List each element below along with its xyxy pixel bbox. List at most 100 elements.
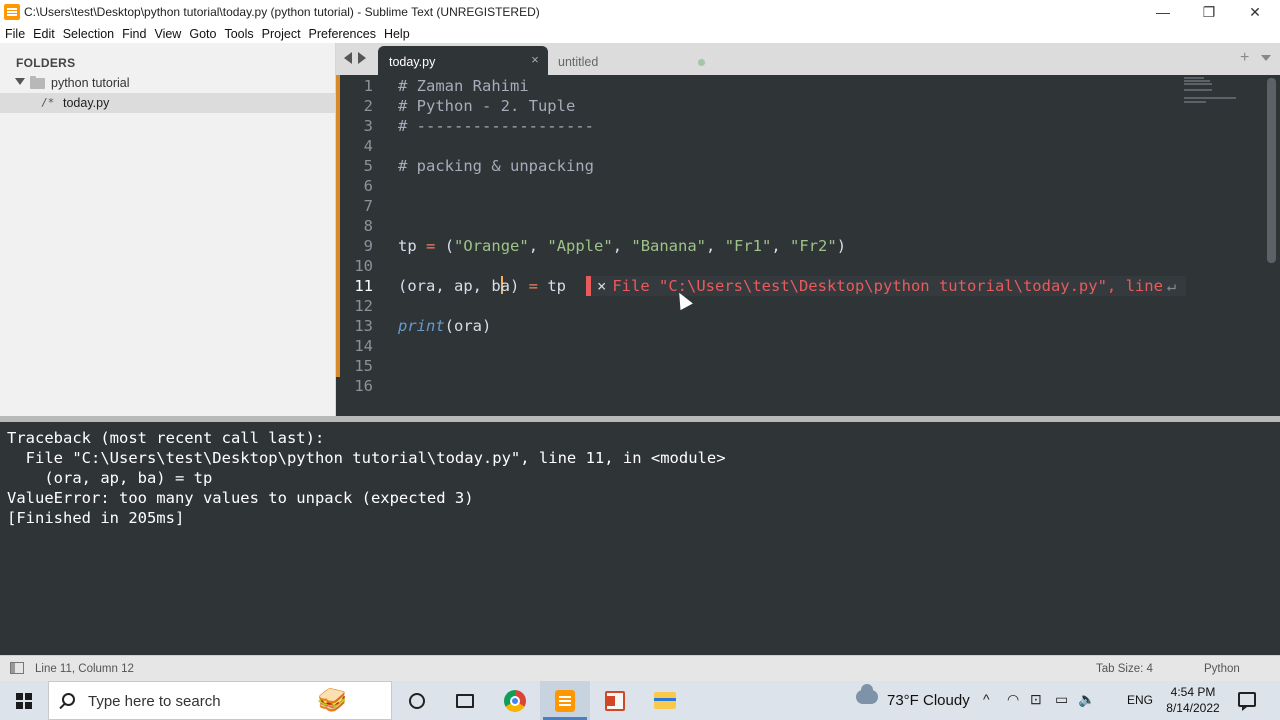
folder-icon [30,76,45,89]
code-line-current: 11 (ora, ap, ba) = tp × File "C:\Users\te… [336,276,1186,296]
meet-now-icon[interactable]: ⊡ [1030,691,1042,708]
line-number: 1 [363,77,373,95]
file-explorer-taskbar-button[interactable] [640,681,690,720]
menu-file[interactable]: File [5,27,25,41]
token-text: tp [538,277,566,295]
token-text: a) [500,277,529,295]
menu-goto[interactable]: Goto [189,27,216,41]
token-text: (ora, ap, b [398,277,501,295]
token-punct: , [528,237,548,255]
line-number: 8 [363,217,373,235]
maximize-button[interactable]: ❐ [1186,0,1232,24]
disclosure-triangle-icon[interactable] [15,78,25,85]
folders-header: FOLDERS [16,56,76,70]
menu-tools[interactable]: Tools [224,27,253,41]
unsaved-dot-icon [698,59,705,66]
minimap-line [1184,97,1236,99]
clock-time: 4:54 PM [1170,685,1216,699]
menu-find[interactable]: Find [122,27,146,41]
taskbar-search-box[interactable]: Type here to search 🥪 [48,681,392,720]
start-button[interactable] [0,681,48,720]
menu-help[interactable]: Help [384,27,410,41]
cursor-position: Line 11, Column 12 [35,663,134,675]
powerpoint-icon [605,690,625,711]
tab-size-selector[interactable]: Tab Size: 4 [1096,663,1153,675]
menu-preferences[interactable]: Preferences [309,27,376,41]
file-icon: /* [41,96,55,109]
sidebar-file-today-py[interactable]: /* today.py [0,93,335,113]
code-text: # Zaman Rahimi [398,77,529,95]
powerpoint-taskbar-button[interactable] [590,681,640,720]
chrome-taskbar-button[interactable] [490,681,540,720]
menu-selection[interactable]: Selection [63,27,114,41]
show-hidden-icons-chevron-icon[interactable]: ^ [983,691,990,707]
new-tab-button[interactable]: + [1240,49,1249,67]
minimap-line [1184,83,1212,85]
line-number: 3 [363,117,373,135]
line-number: 6 [363,177,373,195]
tab-nav-right-icon[interactable] [358,52,366,64]
network-icon[interactable]: ◠ [1007,691,1019,708]
status-bar: Line 11, Column 12 Tab Size: 4 Python [0,655,1280,681]
sidebar: FOLDERS python tutorial /* today.py [0,43,336,416]
sublime-taskbar-button[interactable] [540,681,590,720]
line-number: 2 [363,97,373,115]
menu-bar: File Edit Selection Find View Goto Tools… [0,24,1280,43]
code-text: # packing & unpacking [398,157,594,175]
notification-icon[interactable] [1238,692,1256,711]
code-line: 8 [336,216,1186,236]
code-line: 15 [336,356,1186,376]
tab-nav-left-icon[interactable] [344,52,352,64]
token-punct: , [771,237,791,255]
code-text: print(ora) [398,316,491,336]
token-string: "Orange" [454,237,529,255]
system-clock[interactable]: 4:54 PM 8/14/2022 [1158,684,1228,716]
build-output-panel[interactable]: Traceback (most recent call last): File … [0,416,1280,655]
input-language[interactable]: ENG [1127,693,1153,707]
token-function: print [398,317,445,335]
menu-view[interactable]: View [154,27,181,41]
line-number: 7 [363,197,373,215]
dismiss-error-icon[interactable]: × [591,277,612,295]
token-punct: , [706,237,725,255]
code-line: 12 [336,296,1186,316]
volume-icon[interactable]: 🔈 [1078,691,1095,708]
token-punct: ) [836,237,847,255]
sidebar-folder-python-tutorial[interactable]: python tutorial [0,73,335,93]
syntax-selector[interactable]: Python [1204,663,1240,675]
token-string: "Fr2" [790,237,837,255]
token-var: tp [398,237,417,255]
code-line: 14 [336,336,1186,356]
menu-edit[interactable]: Edit [33,27,55,41]
code-line: 1 # Zaman Rahimi [336,76,1186,96]
tab-close-icon[interactable]: × [527,52,543,68]
token-punct: , [612,237,632,255]
tab-list-dropdown-icon[interactable] [1261,55,1271,61]
battery-icon[interactable]: ▭ [1055,691,1068,708]
toggle-panel-icon[interactable] [10,662,24,674]
menu-project[interactable]: Project [262,27,301,41]
minimap[interactable] [1184,75,1244,115]
code-line: 2 # Python - 2. Tuple [336,96,1186,116]
token-string: "Banana" [631,237,707,255]
code-line: 3 # ------------------- [336,116,1186,136]
cortana-button[interactable] [392,681,442,720]
line-number: 16 [354,377,373,395]
windows-taskbar: Type here to search 🥪 73°F Cloudy ^ ◠ ⊡ … [0,681,1280,720]
line-number: 5 [363,157,373,175]
code-editor[interactable]: 1 # Zaman Rahimi 2 # Python - 2. Tuple 3… [336,75,1280,416]
code-line: 16 [336,376,1186,396]
error-text: File "C:\Users\test\Desktop\python tutor… [612,277,1163,295]
weather-cloud-icon[interactable] [856,684,878,704]
minimize-button[interactable]: — [1140,0,1186,24]
wrap-icon: ↵ [1166,277,1177,295]
editor-scrollbar[interactable] [1267,78,1276,263]
weather-widget[interactable]: 73°F Cloudy [887,692,970,709]
tab-untitled[interactable]: untitled [548,46,718,75]
output-line: Traceback (most recent call last): [7,429,325,447]
task-view-button[interactable] [440,681,490,720]
tab-today-py[interactable]: today.py × [378,46,548,75]
sublime-taskbar-icon [555,689,575,712]
close-window-button[interactable]: ✕ [1232,0,1278,24]
output-line: [Finished in 205ms] [7,509,185,527]
